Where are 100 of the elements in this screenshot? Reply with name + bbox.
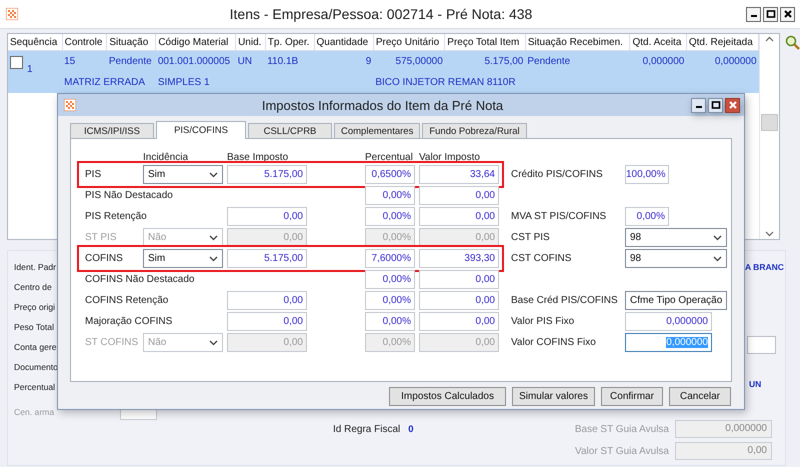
field-label: MVA ST PIS/COFINS: [511, 211, 608, 222]
field-label: Base ST Guia Avulsa: [574, 424, 669, 434]
input-field[interactable]: 0,00%: [365, 270, 415, 289]
field-label: ST COFINS: [85, 337, 139, 348]
column-header: Valor Imposto: [419, 152, 481, 163]
input-field[interactable]: 0,00%: [365, 291, 415, 310]
field-label: COFINS Retenção: [85, 295, 170, 306]
input-field[interactable]: 33,64: [419, 165, 499, 184]
dropdown[interactable]: Sim: [143, 249, 223, 268]
table-cell: 575,00000: [396, 56, 443, 67]
tab[interactable]: CSLL/CPRB: [248, 123, 332, 138]
confirm-button[interactable]: Confirmar: [601, 387, 663, 406]
field-label: CST COFINS: [511, 253, 572, 264]
field-label: Crédito PIS/COFINS: [511, 169, 604, 180]
field-label: Peso Total: [14, 322, 54, 333]
input-field[interactable]: [747, 336, 776, 354]
input-field[interactable]: 0,00: [419, 270, 499, 289]
input-field[interactable]: 0,00: [227, 291, 307, 310]
field-label: PIS: [85, 169, 102, 180]
calculated-taxes-button[interactable]: Impostos Calculados: [389, 387, 506, 406]
table-cell: Pendente: [108, 56, 152, 67]
tab[interactable]: Complementares: [334, 123, 420, 138]
field-label: CST PIS: [511, 232, 551, 243]
chevron-icon: [713, 234, 722, 240]
close-button[interactable]: [725, 98, 740, 112]
input-field[interactable]: 0,00: [227, 312, 307, 331]
field-label: Valor ST Guia Avulsa: [575, 446, 669, 456]
close-button[interactable]: [780, 6, 795, 22]
scroll-up-icon[interactable]: [765, 36, 774, 42]
chevron-icon: [713, 256, 722, 262]
simulate-button[interactable]: Simular valores: [512, 387, 595, 406]
field-label: Id Regra Fiscal: [333, 424, 400, 434]
column-header: Percentual: [365, 152, 414, 163]
tab[interactable]: ICMS/IPI/ISS: [70, 123, 154, 138]
table-cell: UN: [238, 56, 252, 67]
table-cell: Pendente: [527, 56, 570, 67]
search-icon[interactable]: [785, 35, 800, 50]
field-label: Valor PIS Fixo: [511, 316, 576, 327]
field-label: COFINS Não Destacado: [85, 274, 196, 285]
field-label: Percentual: [14, 382, 56, 393]
input-field[interactable]: 0,00%: [625, 207, 669, 226]
input-field: 0,00: [227, 333, 307, 352]
field-label: ST PIS: [85, 232, 118, 243]
dropdown[interactable]: Cfme Tipo Operação: [625, 291, 727, 310]
table-cell: 1: [27, 64, 33, 75]
field-label: Centro de: [14, 282, 52, 293]
field-label: Majoração COFINS: [85, 316, 174, 327]
field-label: PIS Não Destacado: [85, 190, 174, 201]
minimize-button[interactable]: [746, 6, 761, 22]
input-field[interactable]: 0,00: [419, 291, 499, 310]
chevron-icon: [209, 234, 218, 240]
field-label: Preço origi: [14, 302, 56, 313]
window-title: Itens - Empresa/Pessoa: 002714 - Pré Nota: 438: [228, 6, 534, 22]
scrollbar-thumb[interactable]: [761, 114, 778, 131]
input-field[interactable]: 5.175,00: [227, 165, 307, 184]
field-label: PIS Retenção: [85, 211, 148, 222]
table-cell: 9: [366, 56, 372, 67]
maximize-button[interactable]: [763, 6, 778, 22]
field-value: A BRANC: [745, 262, 784, 272]
maximize-button[interactable]: [708, 98, 723, 112]
input-field[interactable]: 0,000000: [625, 312, 712, 331]
scroll-down-icon[interactable]: [765, 231, 774, 237]
chevron-icon: [209, 172, 218, 178]
table-cell: 0,000000: [642, 56, 684, 67]
input-field: 0,00: [419, 333, 499, 352]
tab[interactable]: Fundo Pobreza/Rural: [422, 123, 527, 138]
table-cell: 110.1B: [267, 56, 298, 67]
input-field[interactable]: 0,00: [419, 207, 499, 226]
input-field[interactable]: 0,6500%: [365, 165, 415, 184]
tab[interactable]: PIS/COFINS: [156, 121, 246, 139]
chevron-icon: [209, 256, 218, 262]
dropdown[interactable]: 98: [625, 249, 727, 268]
table-cell: 001.001.000005: [158, 56, 230, 67]
input-field[interactable]: 0,00: [419, 186, 499, 205]
input-field[interactable]: 0,00%: [365, 207, 415, 226]
input-field: 0,00%: [365, 333, 415, 352]
minimize-button[interactable]: [691, 98, 706, 112]
field-label: Ident. Padr: [14, 262, 56, 273]
maximize-icon: [766, 9, 776, 19]
field-label: COFINS: [85, 253, 124, 264]
field-label: Documento: [14, 362, 58, 373]
input-field[interactable]: 0,00: [227, 207, 307, 226]
input-field[interactable]: 0,00%: [365, 312, 415, 331]
input-field[interactable]: 100,00%: [625, 165, 669, 184]
row-checkbox[interactable]: [10, 56, 23, 69]
cancel-button[interactable]: Cancelar: [669, 387, 731, 406]
input-field[interactable]: 0,00: [419, 312, 499, 331]
field-value: UN: [749, 379, 762, 389]
input-field[interactable]: 0,00%: [365, 186, 415, 205]
column-header: Base Imposto: [227, 152, 290, 163]
input-field[interactable]: 7,6000%: [365, 249, 415, 268]
dropdown[interactable]: Sim: [143, 165, 223, 184]
input-field[interactable]: 393,30: [419, 249, 499, 268]
field-label: Conta gere: [14, 342, 57, 353]
field-label: Base Créd PIS/COFINS: [511, 295, 619, 306]
table-cell: 0,000000: [714, 56, 757, 67]
input-field[interactable]: 5.175,00: [227, 249, 307, 268]
table-cell: SIMPLES 1: [158, 77, 210, 88]
field-label: Valor COFINS Fixo: [511, 337, 597, 348]
app-icon: [64, 99, 76, 111]
